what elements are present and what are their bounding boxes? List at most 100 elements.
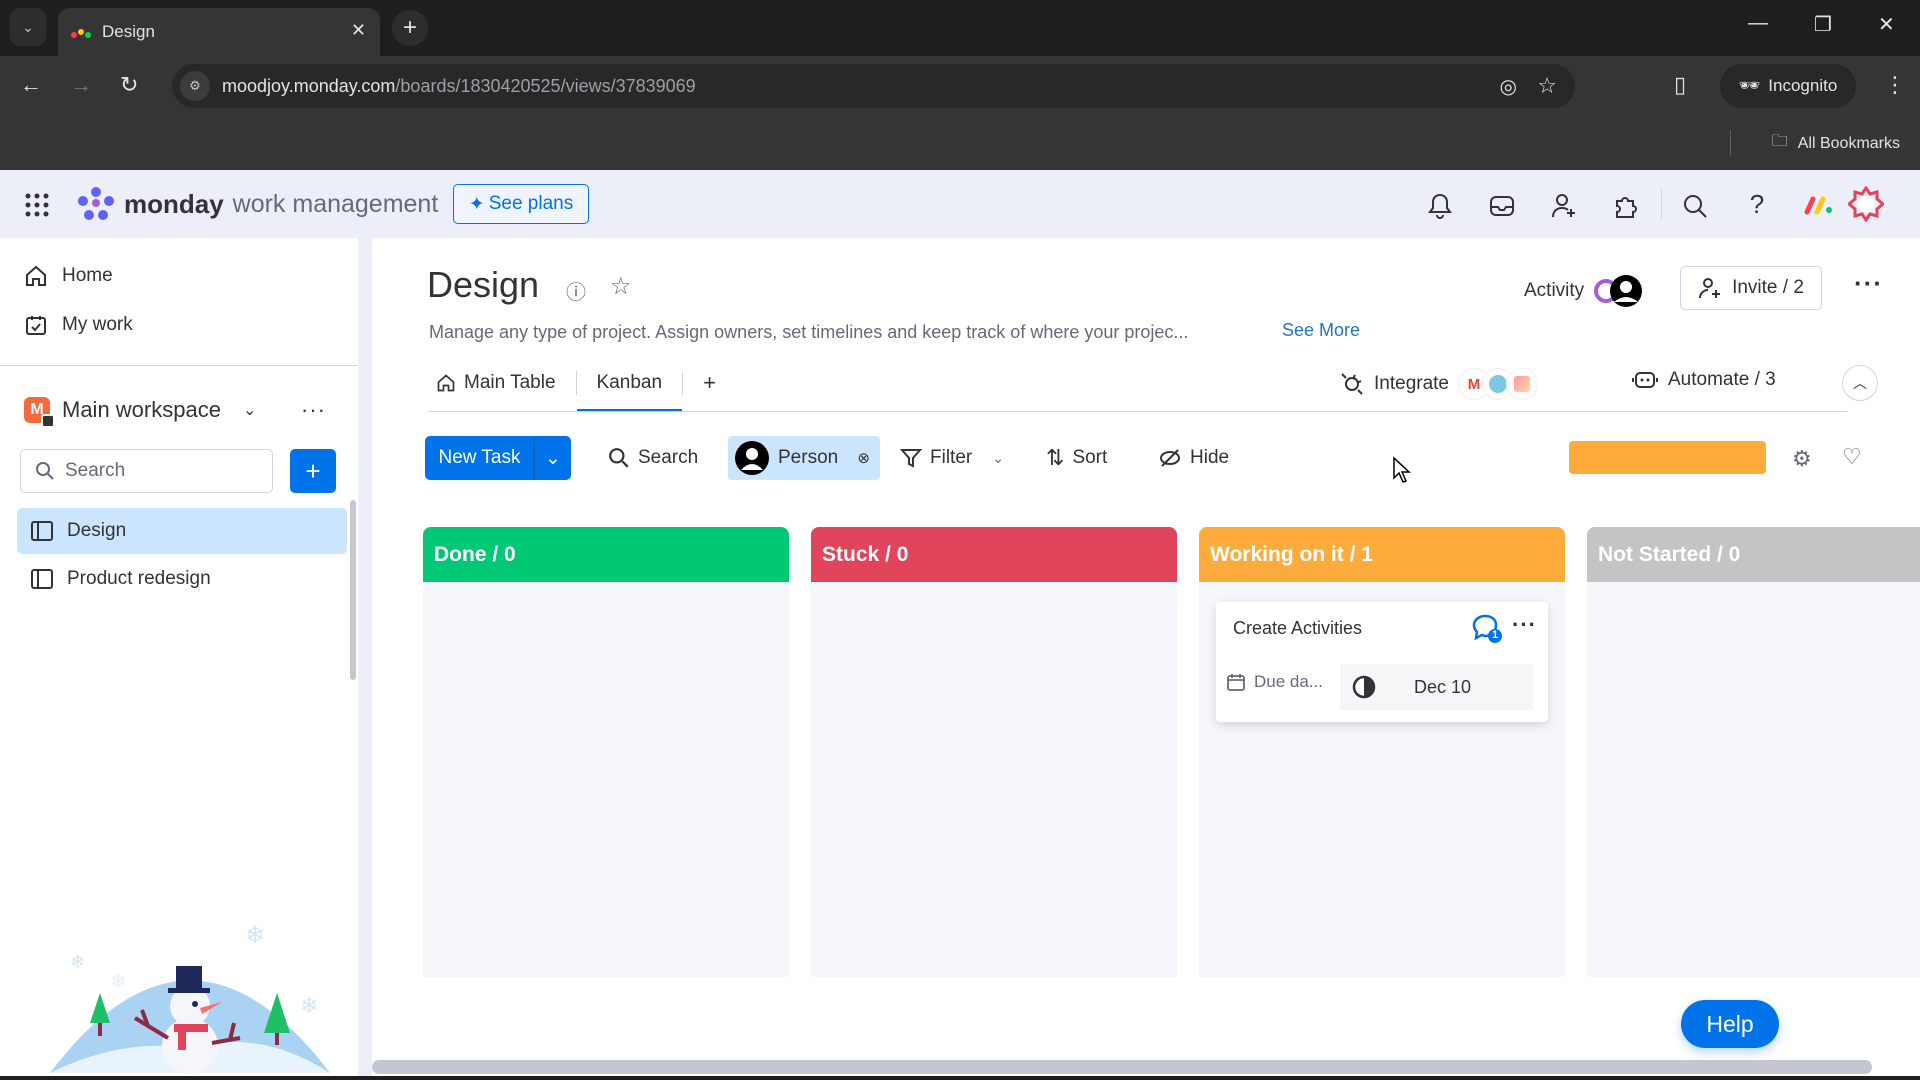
chevron-down-icon[interactable]: ⌄ — [243, 400, 256, 420]
tab-label: Main Table — [464, 372, 556, 393]
sidebar-scrollbar[interactable] — [350, 500, 356, 680]
board-description: Manage any type of project. Assign owner… — [429, 322, 1189, 342]
column-header[interactable]: Not Started / 0 — [1587, 527, 1920, 582]
board-title[interactable]: Design — [427, 264, 539, 306]
home-icon — [437, 374, 455, 392]
minimize-icon[interactable]: — — [1748, 12, 1768, 35]
info-icon[interactable]: ⓘ — [566, 276, 586, 305]
kanban-board: Done / 0 Stuck / 0 Working on it / 1 Cre… — [372, 506, 1920, 1080]
restore-icon[interactable]: ❐ — [1814, 12, 1832, 37]
notifications-bell-icon[interactable] — [1424, 190, 1456, 222]
collapse-header-button[interactable]: ︿ — [1842, 365, 1878, 401]
browser-menu-icon[interactable]: ⋮ — [1884, 72, 1906, 98]
column-header[interactable]: Stuck / 0 — [811, 527, 1177, 582]
user-avatar[interactable] — [1846, 184, 1886, 224]
see-more-link[interactable]: See More — [1282, 320, 1360, 341]
tab-main-table[interactable]: Main Table — [436, 363, 576, 403]
incognito-icon: 🕶 — [1738, 76, 1761, 95]
sidebar-item-home[interactable]: Home — [24, 264, 113, 288]
app-grid-icon[interactable] — [22, 190, 52, 220]
bookmark-star-icon[interactable]: ☆ — [1537, 73, 1557, 99]
monday-apps-icon[interactable] — [1800, 188, 1836, 222]
tab-kanban[interactable]: Kanban — [576, 363, 683, 412]
workspace-selector[interactable]: M Main workspace ⌄ ··· — [24, 392, 334, 428]
favorite-star-icon[interactable]: ☆ — [610, 272, 632, 301]
side-panel-icon[interactable]: ▯ — [1674, 72, 1686, 98]
search-icon[interactable] — [1679, 190, 1711, 222]
chevron-down-icon[interactable]: ⌄ — [992, 450, 1004, 467]
back-icon[interactable]: ← — [20, 72, 42, 98]
close-window-icon[interactable]: ✕ — [1878, 12, 1895, 37]
column-header[interactable]: Done / 0 — [423, 527, 789, 582]
incognito-indicator[interactable]: 🕶 Incognito — [1720, 64, 1856, 108]
new-task-button[interactable]: New Task ⌄ — [425, 436, 571, 480]
hide-button[interactable]: Hide — [1152, 436, 1235, 480]
chevron-down-icon[interactable]: ⌄ — [535, 447, 571, 470]
add-board-button[interactable]: + — [290, 449, 336, 493]
kanban-card[interactable]: Create Activities 1 ··· Due da... Dec 10 — [1216, 602, 1548, 722]
filter-button[interactable]: Filter ⌄ — [894, 436, 1010, 480]
home-badge-icon — [41, 414, 55, 428]
column-label: Stuck / 0 — [822, 542, 909, 566]
automate-button[interactable]: Automate / 3 — [1632, 369, 1776, 391]
sidebar-item-my-work[interactable]: My work — [24, 313, 133, 337]
due-date-field[interactable]: Dec 10 — [1340, 664, 1533, 710]
search-icon — [609, 448, 629, 468]
integrate-button[interactable]: Integrate M — [1340, 369, 1537, 399]
svg-text:❄: ❄ — [70, 952, 85, 972]
monday-logo[interactable]: monday work management — [76, 186, 438, 222]
workspace-more-icon[interactable]: ··· — [301, 397, 326, 423]
help-button[interactable]: Help — [1681, 1000, 1779, 1048]
sidebar-board-product-redesign[interactable]: Product redesign — [17, 556, 347, 602]
help-question-icon[interactable]: ? — [1741, 188, 1773, 220]
board-label: Design — [67, 520, 127, 541]
sidebar-item-label: Home — [62, 265, 113, 286]
invite-member-icon[interactable] — [1548, 190, 1580, 222]
mouse-cursor-icon — [1393, 456, 1411, 483]
filter-label: Filter — [930, 447, 973, 468]
half-circle-icon — [1352, 675, 1376, 699]
workspace-name: Main workspace — [62, 397, 221, 422]
sidebar-board-design[interactable]: Design — [17, 508, 347, 554]
card-more-icon[interactable]: ··· — [1512, 612, 1537, 638]
sort-icon: ⇅ — [1046, 445, 1065, 470]
search-placeholder: Search — [65, 460, 126, 481]
brand-name: monday — [124, 188, 224, 219]
reload-icon[interactable]: ↻ — [120, 72, 138, 98]
sort-button[interactable]: ⇅ Sort — [1040, 436, 1113, 480]
eye-off-icon[interactable]: ◎ — [1500, 74, 1517, 99]
sort-label: Sort — [1072, 447, 1108, 468]
sidebar-item-label: My work — [62, 314, 133, 335]
card-title[interactable]: Create Activities — [1233, 618, 1362, 639]
person-filter-chip[interactable]: Person ⊗ — [728, 436, 880, 480]
sidebar-search-input[interactable]: Search — [20, 449, 273, 493]
add-view-button[interactable]: + — [683, 363, 736, 403]
clear-person-icon[interactable]: ⊗ — [857, 449, 870, 467]
new-tab-button[interactable]: + — [392, 10, 428, 46]
invite-button[interactable]: Invite / 2 — [1680, 266, 1822, 310]
close-tab-icon[interactable]: ✕ — [351, 20, 366, 41]
search-button[interactable]: Search — [602, 436, 704, 480]
board-more-icon[interactable]: ··· — [1854, 268, 1883, 299]
inbox-icon[interactable] — [1486, 190, 1518, 222]
settings-gear-icon[interactable]: ⚙ — [1792, 446, 1812, 472]
svg-text:❄: ❄ — [110, 971, 127, 993]
browser-tab[interactable]: Design ✕ — [58, 8, 380, 56]
horizontal-scrollbar[interactable] — [372, 1060, 1872, 1074]
see-plans-button[interactable]: ✦ See plans — [453, 184, 589, 224]
site-settings-icon[interactable]: ⚙ — [180, 71, 210, 101]
feedback-icon[interactable]: ♡ — [1842, 444, 1862, 470]
apps-puzzle-icon[interactable] — [1610, 190, 1642, 222]
address-bar[interactable]: ⚙ moodjoy.monday.com/boards/1830420525/v… — [172, 64, 1575, 108]
all-bookmarks-button[interactable]: 🗀 All Bookmarks — [1772, 130, 1900, 157]
new-task-label[interactable]: New Task — [425, 436, 535, 480]
board-highlight-bar[interactable] — [1569, 441, 1766, 474]
column-header[interactable]: Working on it / 1 — [1199, 527, 1565, 582]
home-icon — [26, 265, 46, 286]
tab-search-button[interactable]: ⌄ — [10, 8, 46, 46]
forward-icon[interactable]: → — [70, 72, 92, 98]
activity-button[interactable]: Activity — [1524, 274, 1644, 308]
updates-icon[interactable]: 1 — [1471, 612, 1503, 644]
sidebar-resize-handle[interactable] — [358, 238, 372, 1080]
board-icon — [31, 569, 53, 589]
